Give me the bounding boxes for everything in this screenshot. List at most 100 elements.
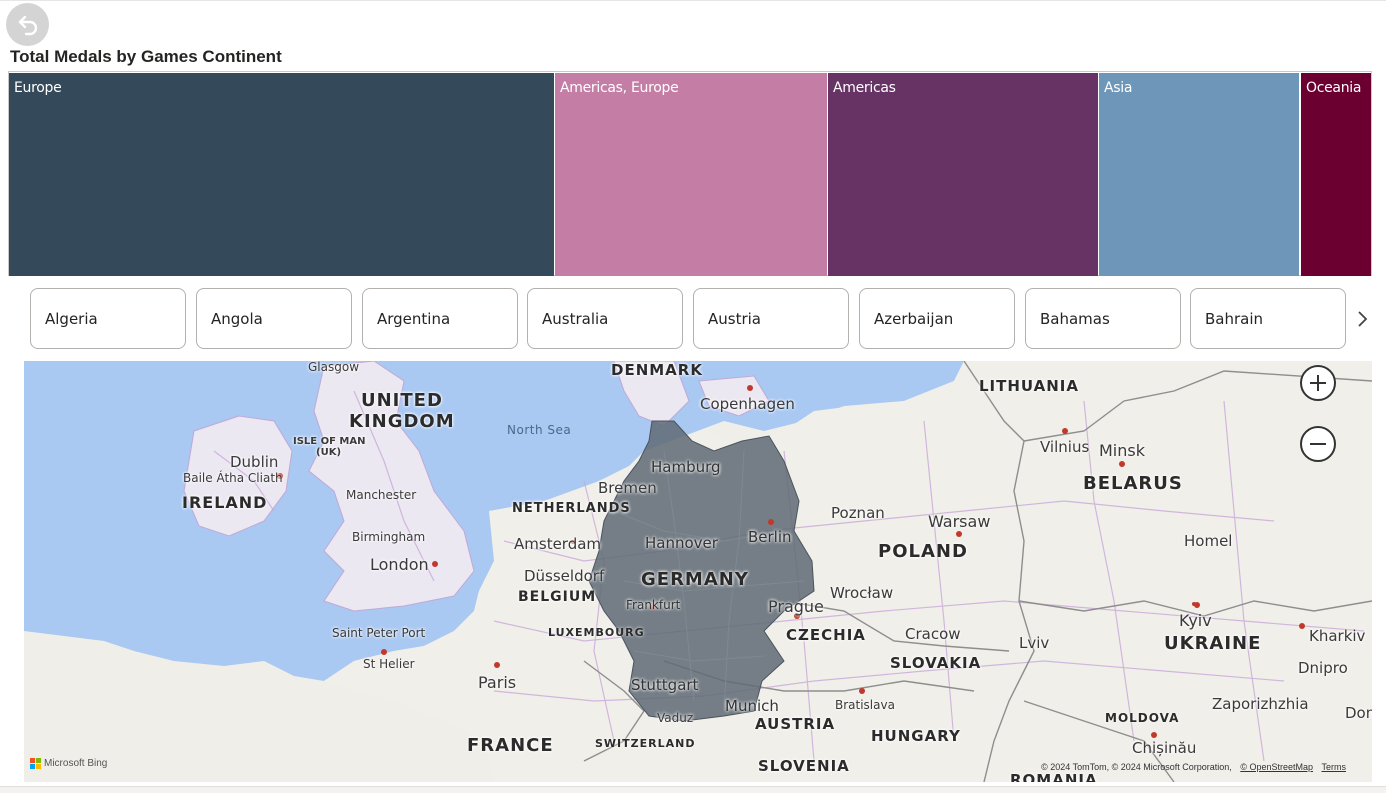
map-label-minsk: Minsk — [1099, 441, 1145, 460]
treemap-rect-europe[interactable]: Europe — [9, 73, 554, 276]
slicer-item-algeria[interactable]: Algeria — [30, 288, 186, 349]
map-label-switzerland: SWITZERLAND — [595, 737, 696, 750]
map-label-cracow: Cracow — [905, 625, 961, 643]
map-label-homel: Homel — [1184, 532, 1233, 550]
map-label-slovenia: SLOVENIA — [758, 757, 850, 775]
treemap-label: Americas, Europe — [560, 80, 679, 96]
slicer-item-label: Bahrain — [1205, 309, 1264, 328]
map-label-paris: Paris — [478, 673, 517, 692]
map-label-copenhagen: Copenhagen — [700, 395, 795, 413]
map-label-manchester: Manchester — [346, 488, 417, 502]
bing-label: Microsoft Bing — [44, 758, 108, 769]
map-label-france: FRANCE — [467, 735, 554, 756]
map-label-poland: POLAND — [878, 541, 968, 562]
map-label-baile-atha-cliath: Baile Átha Cliath — [183, 471, 283, 485]
map-label-munich: Munich — [725, 697, 779, 715]
map-label-st-helier: St Helier — [363, 657, 415, 671]
map-label-dnipro: Dnipro — [1298, 659, 1348, 677]
back-arrow-icon — [18, 15, 37, 35]
slicer-item-australia[interactable]: Australia — [527, 288, 683, 349]
map-label-hamburg: Hamburg — [651, 458, 721, 476]
map-label-saint-peter-port: Saint Peter Port — [332, 626, 426, 640]
copyright-text: © 2024 TomTom, © 2024 Microsoft Corporat… — [1041, 762, 1232, 772]
map-label-ireland: IRELAND — [182, 493, 268, 512]
slicer-item-label: Bahamas — [1040, 309, 1110, 328]
zoom-out-button[interactable] — [1300, 426, 1336, 462]
back-button[interactable] — [6, 3, 49, 46]
map-copyright: © 2024 TomTom, © 2024 Microsoft Corporat… — [1041, 762, 1346, 772]
terms-link[interactable]: Terms — [1322, 762, 1347, 772]
map-label-germany: GERMANY — [641, 569, 749, 590]
slicer-item-label: Azerbaijan — [874, 309, 954, 328]
slicer-item-angola[interactable]: Angola — [196, 288, 352, 349]
map-label-wroclaw: Wrocław — [830, 584, 894, 602]
bing-attribution: Microsoft Bing — [30, 758, 107, 769]
slicer-item-austria[interactable]: Austria — [693, 288, 849, 349]
map-label-moldova: MOLDOVA — [1105, 711, 1180, 725]
slicer-item-label: Algeria — [45, 309, 98, 328]
slicer-item-bahamas[interactable]: Bahamas — [1025, 288, 1181, 349]
map-label-birmingham: Birmingham — [352, 530, 426, 544]
map-label-czechia: CZECHIA — [786, 626, 866, 644]
slicer-item-label: Austria — [708, 309, 761, 328]
top-border — [0, 0, 1386, 1]
slicer-item-azerbaijan[interactable]: Azerbaijan — [859, 288, 1015, 349]
map-label-poznan: Poznan — [831, 504, 885, 522]
treemap-rect-oceania[interactable]: Oceania — [1301, 73, 1371, 276]
chart-title: Total Medals by Games Continent — [10, 47, 282, 66]
treemap-rect-americas[interactable]: Americas — [828, 73, 1098, 276]
treemap-label: Oceania — [1306, 80, 1362, 96]
map-label-bratislava: Bratislava — [835, 698, 895, 712]
slicer-item-argentina[interactable]: Argentina — [362, 288, 518, 349]
treemap-chart: Europe Americas, Europe Americas Asia Oc… — [8, 71, 1372, 276]
minus-icon — [1310, 443, 1326, 445]
treemap-label: Europe — [14, 80, 62, 96]
map-label-berlin: Berlin — [748, 528, 792, 546]
map-label-prague: Prague — [768, 597, 824, 616]
map-label-north-sea: North Sea — [507, 423, 572, 437]
slicer-item-label: Australia — [542, 309, 609, 328]
map-label-zaporizhzhia: Zaporizhzhia — [1212, 695, 1309, 713]
map-visual[interactable]: DENMARK LITHUANIA UNITED KINGDOM IRELAND… — [24, 361, 1372, 782]
map-label-amsterdam: Amsterdam — [514, 535, 602, 553]
map-label-belgium: BELGIUM — [518, 589, 597, 605]
map-label-united: UNITED — [361, 390, 443, 411]
country-slicer: Algeria Angola Argentina Australia Austr… — [0, 284, 1386, 354]
slicer-item-bahrain[interactable]: Bahrain — [1190, 288, 1346, 349]
map-label-stuttgart: Stuttgart — [631, 676, 699, 694]
map-label-austria: AUSTRIA — [755, 715, 836, 733]
plus-icon — [1310, 375, 1326, 391]
map-label-warsaw: Warsaw — [928, 512, 991, 531]
slicer-next-button[interactable] — [1350, 304, 1374, 334]
chevron-right-icon — [1358, 311, 1368, 327]
microsoft-logo-icon — [30, 758, 41, 769]
map-label-kyiv: Kyiv — [1179, 611, 1212, 630]
map-label-dublin: Dublin — [230, 453, 279, 471]
map-label-frankfurt: Frankfurt — [626, 598, 681, 612]
map-label-vilnius: Vilnius — [1040, 438, 1090, 456]
map-label-isle-of-man: ISLE OF MAN — [293, 436, 366, 447]
zoom-in-button[interactable] — [1300, 365, 1336, 401]
map-label-lithuania: LITHUANIA — [979, 377, 1079, 395]
map-label-luxembourg: LUXEMBOURG — [548, 626, 645, 639]
map-label-denmark: DENMARK — [611, 361, 703, 379]
map-label-chisinau: Chișinău — [1132, 739, 1197, 757]
map-label-don: Don — [1345, 704, 1372, 722]
map-label-netherlands: NETHERLANDS — [512, 501, 631, 516]
treemap-rect-americas-europe[interactable]: Americas, Europe — [555, 73, 827, 276]
osm-link[interactable]: © OpenStreetMap — [1240, 762, 1313, 772]
map-label-lviv: Lviv — [1019, 634, 1050, 652]
map-label-glasgow: Glasgow — [308, 361, 360, 374]
map-label-slovakia: SLOVAKIA — [890, 654, 982, 672]
map-label-romania: ROMANIA — [1010, 771, 1098, 782]
map-label-vaduz: Vaduz — [657, 711, 694, 725]
slicer-item-label: Argentina — [377, 309, 451, 328]
treemap-rect-asia[interactable]: Asia — [1099, 73, 1299, 276]
map-label-dusseldorf: Düsseldorf — [524, 567, 605, 585]
treemap-label: Americas — [833, 80, 896, 96]
map-label-kingdom: KINGDOM — [349, 411, 455, 432]
map-label-london: London — [370, 555, 429, 574]
map-label-isle-of-man-uk: (UK) — [316, 447, 342, 458]
map-label-belarus: BELARUS — [1083, 473, 1183, 494]
slicer-item-label: Angola — [211, 309, 263, 328]
